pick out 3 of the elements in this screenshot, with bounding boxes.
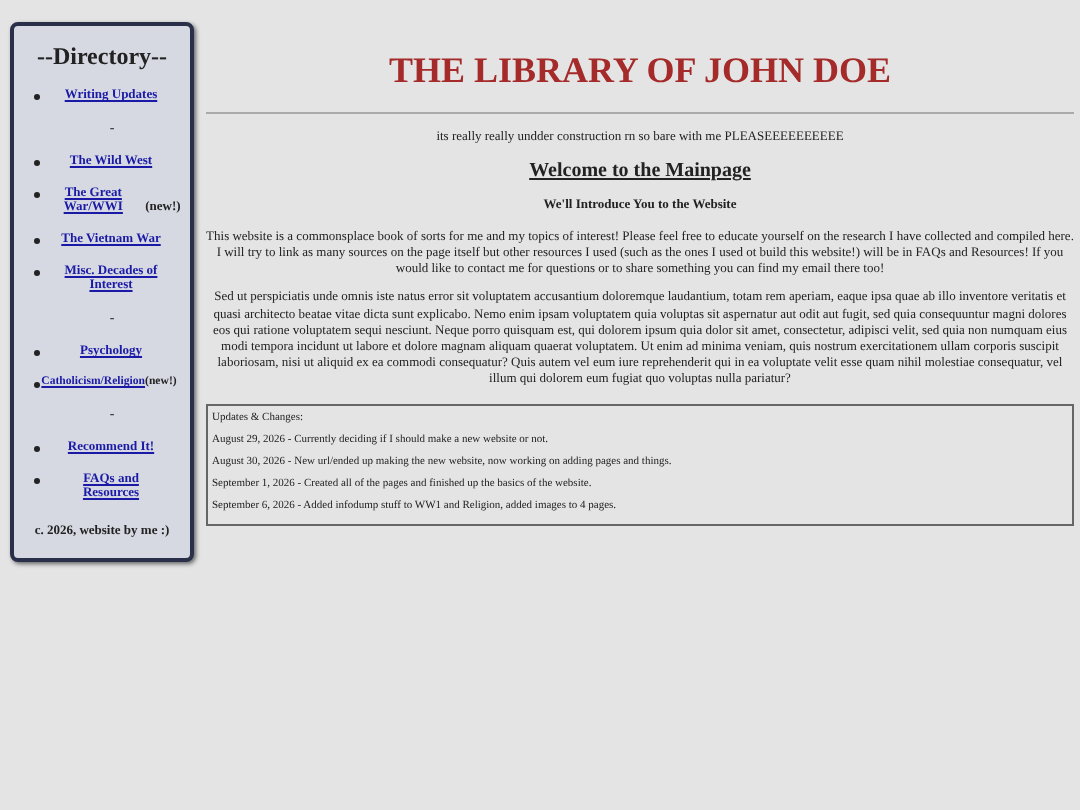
site-title: THE LIBRARY OF JOHN DOE (386, 50, 894, 92)
sidebar-title: --Directory-- (34, 42, 170, 72)
welcome-heading: Welcome to the Mainpage (527, 160, 753, 182)
